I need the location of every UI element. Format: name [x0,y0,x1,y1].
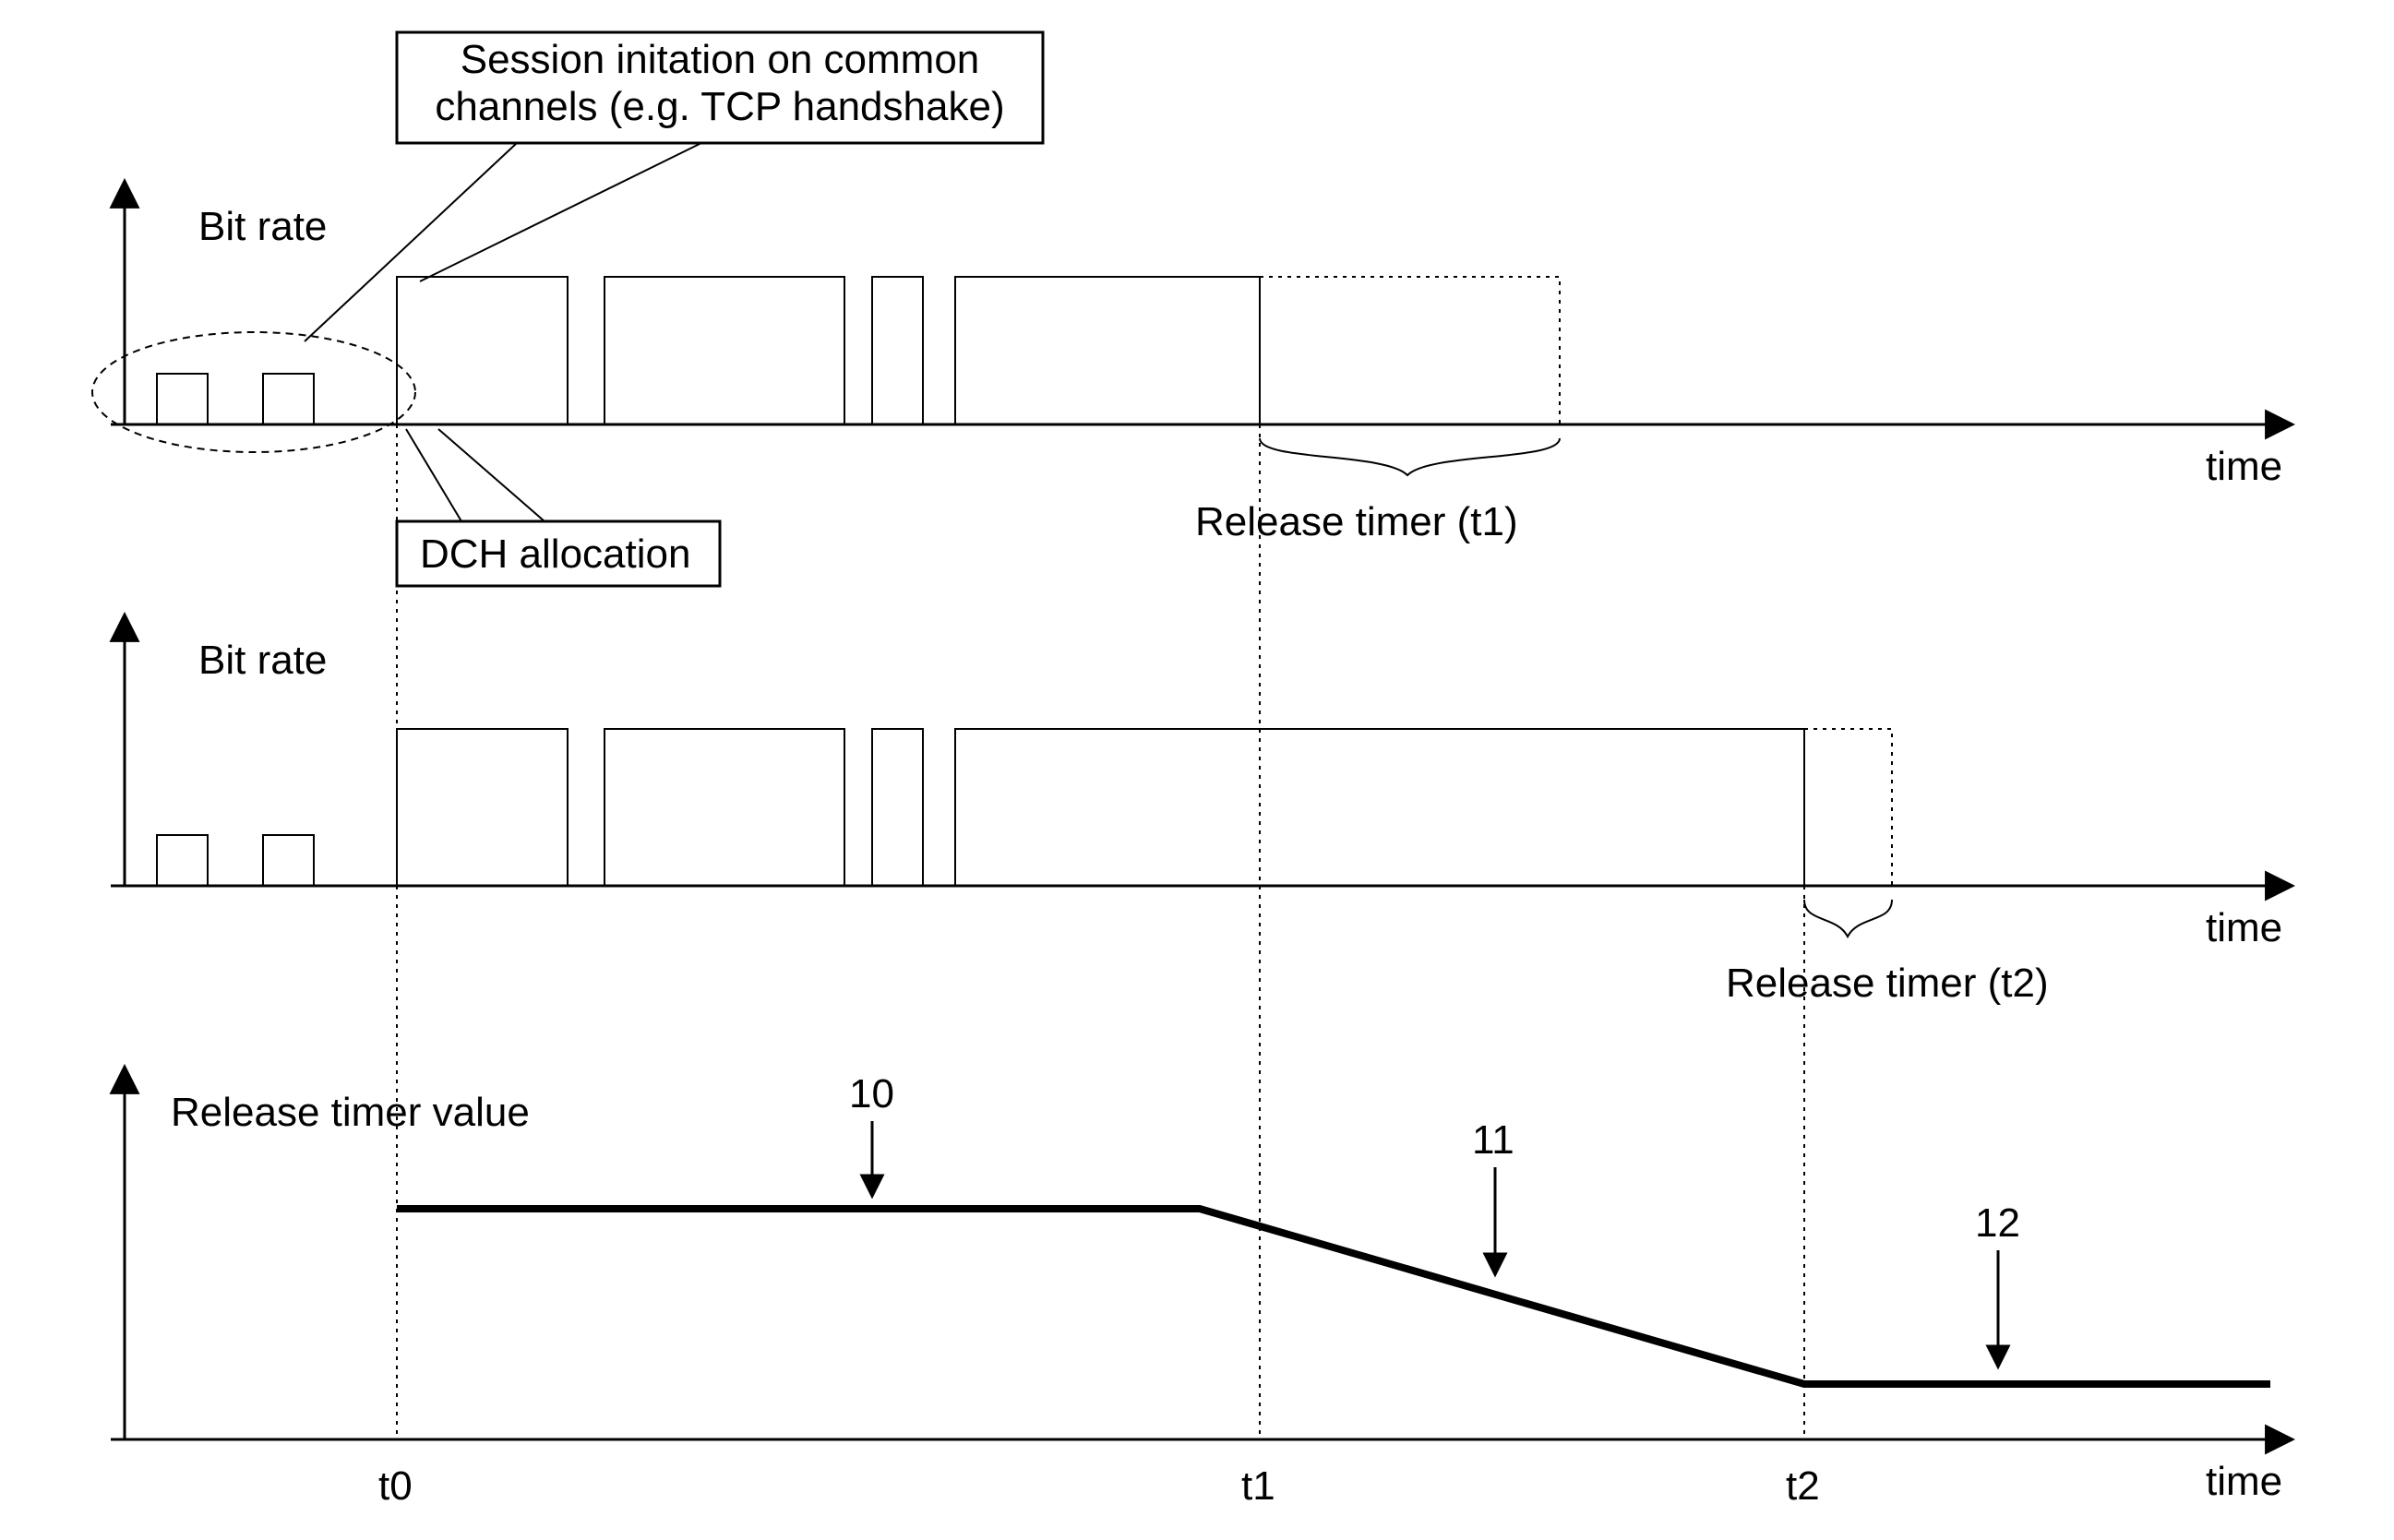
plot3-x-label: time [2206,1459,2282,1504]
plot1-block-4 [955,277,1260,424]
session-init-ellipse [92,332,415,452]
plot2-block-4 [955,729,1804,886]
tick-t0: t0 [378,1463,413,1509]
plot1-x-label: time [2206,444,2282,489]
plot2-pulse-2 [263,835,314,886]
callout-dch-allocation: DCH allocation [420,531,690,577]
callout-leader-1 [305,143,517,341]
plot1-release-label: Release timer (t1) [1195,499,1518,544]
plot2-block-1 [397,729,568,886]
plot2-pulse-1 [157,835,208,886]
plot2-x-label: time [2206,905,2282,950]
plot3-y-label: Release timer value [171,1090,530,1135]
plot1-pulse-1 [157,374,208,424]
plot2-y-label: Bit rate [198,638,327,683]
pointer-11-label: 11 [1472,1117,1514,1163]
plot1-pulse-2 [263,374,314,424]
callout-session-init: Session initation on commonchannels (e.g… [406,37,1034,130]
plot1-block-1 [397,277,568,424]
tick-t1: t1 [1241,1463,1275,1509]
callout-leader-2 [420,143,701,281]
plot1-block-2 [604,277,844,424]
plot2-release-window [1804,729,1892,886]
plot1-release-brace [1260,438,1560,475]
tick-t2: t2 [1786,1463,1820,1509]
plot1-y-label: Bit rate [198,204,327,249]
plot1-block-3 [872,277,923,424]
plot2-release-brace [1804,900,1892,937]
plot2-block-3 [872,729,923,886]
callout-dch-leader-2 [438,429,545,521]
plot2-block-2 [604,729,844,886]
plot1-release-window [1260,277,1560,424]
pointer-10-label: 10 [849,1071,894,1116]
plot2-release-label: Release timer (t2) [1726,961,2049,1006]
pointer-12-label: 12 [1975,1200,2020,1246]
